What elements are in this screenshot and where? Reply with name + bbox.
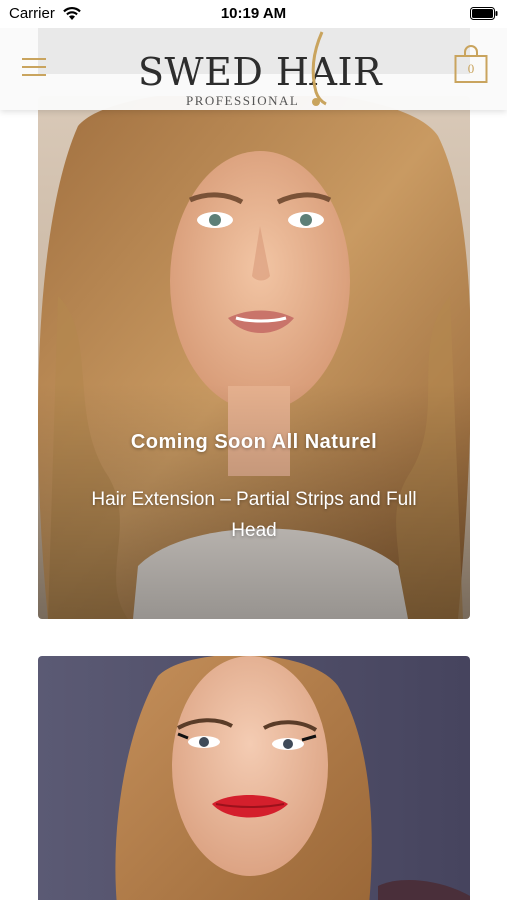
battery-icon [470,7,498,20]
model-photo-image [38,656,470,900]
status-bar: Carrier 10:19 AM [0,0,507,28]
shopping-bag-icon[interactable]: 0 [454,44,488,84]
promo-card[interactable] [38,656,470,900]
cart-count: 0 [467,61,475,76]
hamburger-menu-icon[interactable] [20,56,48,78]
logo-sub-text: PROFESSIONAL [186,93,300,108]
card-title: Coming Soon All Naturel [130,431,378,453]
card-subtitle: Hair Extension – Partial Strips and Full… [91,489,417,541]
app-header: SWED HAIR PROFESSIONAL 0 [0,28,507,110]
promo-card[interactable]: Coming Soon All Naturel Hair Extension –… [38,96,470,619]
logo-hair-stroke-icon [311,31,327,106]
clock: 10:19 AM [220,5,287,22]
